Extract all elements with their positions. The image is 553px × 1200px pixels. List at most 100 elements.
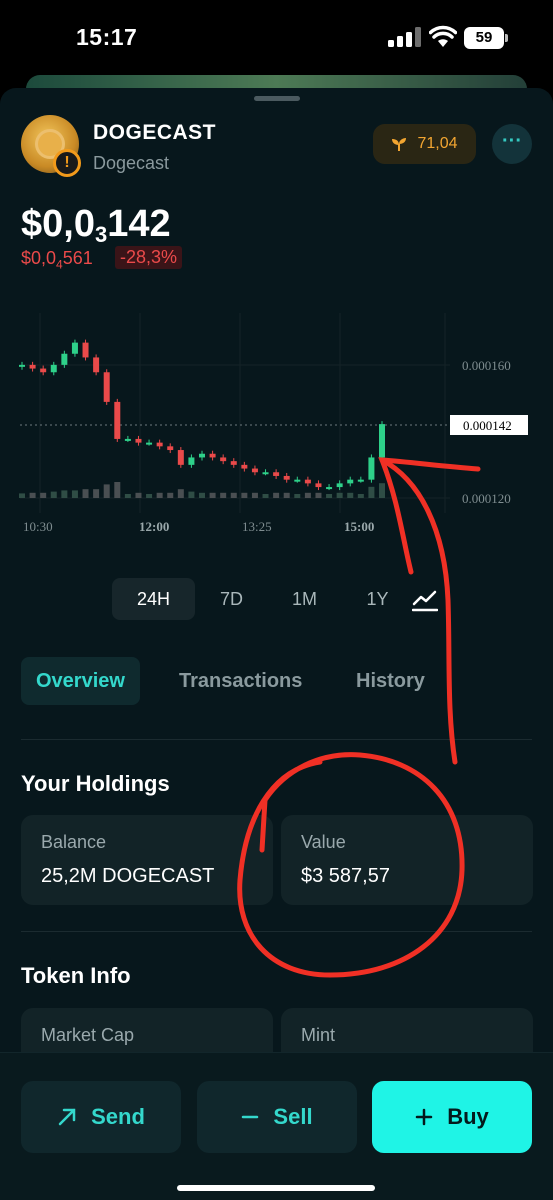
timeframe-1m[interactable]: 1M	[268, 578, 341, 620]
reference-price: $0,04561	[21, 248, 93, 272]
buy-label: Buy	[447, 1104, 489, 1129]
balance-card: Balance 25,2M DOGECAST	[21, 815, 273, 905]
buy-button[interactable]: Buy	[372, 1081, 532, 1153]
sell-label: Sell	[273, 1104, 313, 1129]
value-card: Value $3 587,57	[281, 815, 533, 905]
volume-bar	[50, 491, 57, 498]
volume-bar	[379, 483, 385, 498]
candle	[368, 457, 375, 480]
wifi-icon	[429, 25, 457, 47]
volume-bar	[347, 492, 354, 498]
divider	[21, 931, 532, 932]
volume-bar	[326, 494, 333, 498]
timeframe-1y[interactable]: 1Y	[341, 578, 414, 620]
candle	[103, 372, 110, 402]
token-symbol: DOGECAST	[93, 121, 217, 144]
volume-bar	[336, 492, 343, 498]
candle	[347, 479, 354, 484]
tab-overview[interactable]: Overview	[21, 657, 140, 705]
volume-bar	[40, 492, 47, 498]
candle	[188, 457, 195, 465]
score-value: 71,04	[417, 135, 458, 152]
y-tick-label: 0.000120	[462, 491, 511, 506]
send-button[interactable]: Send	[21, 1081, 181, 1153]
volume-bar	[177, 489, 184, 498]
volume-bar	[93, 489, 100, 498]
status-time: 15:17	[76, 24, 138, 50]
candle	[294, 479, 301, 482]
tab-history[interactable]: History	[356, 657, 425, 705]
volume-bar	[241, 492, 248, 498]
warning-icon[interactable]: !	[53, 149, 81, 177]
candle	[167, 446, 174, 451]
candle	[262, 472, 269, 475]
plus-icon	[415, 1108, 433, 1126]
volume-bar	[199, 492, 205, 498]
candle	[251, 468, 258, 473]
candle	[93, 357, 100, 373]
candle	[220, 457, 227, 462]
mint-label: Mint	[301, 1025, 336, 1045]
volume-bar	[315, 492, 322, 498]
volume-bar	[294, 494, 301, 498]
candle	[82, 342, 89, 358]
score-button[interactable]: 71,04	[373, 124, 476, 164]
timeframe-24h[interactable]: 24H	[112, 578, 195, 620]
volume-bar	[156, 492, 163, 498]
volume-bar	[19, 493, 25, 498]
more-options-button[interactable]: ···	[492, 124, 532, 164]
timeframe-selector: 24H 7D 1M 1Y	[112, 578, 414, 620]
candle	[241, 464, 248, 469]
volume-bar	[124, 494, 131, 498]
price-change-badge: -28,3%	[115, 246, 183, 269]
volume-bar	[114, 482, 121, 498]
volume-bar	[209, 492, 216, 498]
candle	[61, 353, 68, 365]
sheet-grabber[interactable]	[254, 96, 300, 101]
volume-bar	[230, 492, 237, 498]
candle	[114, 401, 121, 439]
candle	[336, 483, 343, 488]
tab-transactions[interactable]: Transactions	[179, 657, 302, 705]
balance-label: Balance	[41, 832, 107, 852]
x-tick-label: 15:00	[344, 519, 374, 534]
holdings-title: Your Holdings	[21, 771, 170, 796]
x-tick-label: 13:25	[242, 519, 272, 534]
timeframe-7d[interactable]: 7D	[195, 578, 268, 620]
volume-bar	[135, 492, 142, 498]
candle	[156, 442, 163, 447]
candle	[283, 475, 290, 480]
value-value: $3 587,57	[301, 865, 390, 887]
status-bar: 15:17 59	[0, 0, 553, 75]
volume-bar	[251, 492, 258, 498]
market-cap-label: Market Cap	[41, 1025, 135, 1045]
candle	[273, 472, 280, 476]
candle	[135, 438, 142, 443]
battery-indicator: 59	[464, 27, 504, 49]
volume-bar	[283, 492, 290, 498]
candle	[304, 479, 311, 484]
volume-bar	[167, 492, 174, 498]
token-info-title: Token Info	[21, 963, 131, 988]
cellular-signal-icon	[388, 27, 421, 47]
volume-bar	[82, 489, 89, 498]
minus-icon	[242, 1115, 259, 1119]
volume-bar	[273, 492, 280, 498]
detail-tabs: Overview Transactions History	[21, 657, 441, 705]
send-label: Send	[91, 1104, 145, 1129]
line-chart-icon[interactable]	[412, 590, 438, 612]
current-price-label: 0.000142	[463, 418, 512, 433]
candle	[29, 364, 36, 369]
sell-button[interactable]: Sell	[197, 1081, 357, 1153]
sprout-icon	[392, 138, 407, 151]
price-chart[interactable]: 0.000160 0.000120 0.000142 10:30 12:00 1…	[0, 298, 553, 543]
volume-bar	[71, 490, 78, 498]
y-tick-label: 0.000160	[462, 358, 511, 373]
volume-bar	[29, 492, 36, 498]
candle	[146, 442, 153, 445]
volume-bar	[61, 490, 68, 498]
candle	[230, 461, 237, 465]
candle	[209, 453, 216, 458]
home-indicator[interactable]	[177, 1185, 375, 1191]
candle	[71, 342, 78, 354]
